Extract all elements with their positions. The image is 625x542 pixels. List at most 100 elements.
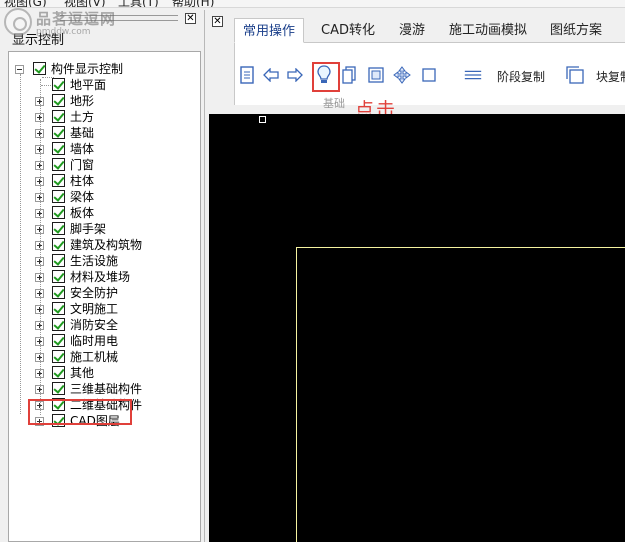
tree-item-row[interactable]: 基础 (9, 125, 199, 141)
checkbox-checked-icon[interactable] (52, 206, 65, 219)
frame-icon[interactable] (366, 65, 386, 85)
checkbox-checked-icon[interactable] (52, 334, 65, 347)
lightbulb-highlight-box (312, 62, 340, 92)
tree-item-row[interactable]: 土方 (9, 109, 199, 125)
tree-item-label: 其他 (70, 366, 95, 380)
tree-item-label: 施工机械 (70, 350, 119, 364)
checkbox-checked-icon[interactable] (52, 126, 65, 139)
rectangle-icon[interactable] (419, 65, 439, 85)
tree-item-row[interactable]: 文明施工 (9, 301, 199, 317)
checkbox-checked-icon[interactable] (52, 238, 65, 251)
tab-construction-animation[interactable]: 施工动画模拟 (440, 18, 536, 43)
tree-root-row[interactable]: 构件显示控制 (9, 61, 199, 77)
tab-common-operations[interactable]: 常用操作 (234, 18, 304, 43)
stage-copy-button[interactable]: 阶段复制 (497, 68, 545, 85)
ribbon-close-icon[interactable]: ✕ (212, 16, 223, 27)
checkbox-checked-icon[interactable] (52, 350, 65, 363)
component-tree: 构件显示控制 地平面地形土方基础墙体门窗柱体 梁体 板体脚手架建筑及构筑物 生活设施材… (8, 51, 201, 542)
checkbox-checked-icon[interactable] (52, 222, 65, 235)
tree-item-row[interactable]: 脚手架 (9, 221, 199, 237)
tree-item-label: 建筑及构筑物 (70, 238, 143, 252)
tree-item-row[interactable]: 柱体 (9, 173, 199, 189)
tree-item-label: 生活设施 (70, 254, 119, 268)
tree-item-label: 基础 (70, 126, 95, 140)
checkbox-checked-icon[interactable] (52, 110, 65, 123)
ribbon-tabs: 常用操作 CAD转化 漫游 施工动画模拟 图纸方案 (234, 18, 625, 43)
tree-root-label: 构件显示控制 (51, 62, 124, 76)
tree-item-label: 地形 (70, 94, 95, 108)
tree-guide-line (40, 79, 41, 415)
block-copy-icon[interactable] (565, 65, 585, 85)
tree-item-row[interactable]: 其他 (9, 365, 199, 381)
tree-item-row[interactable]: 门窗 (9, 157, 199, 173)
tree-item-label: 柱体 (70, 174, 95, 188)
arrow-right-icon[interactable] (285, 65, 305, 85)
move-icon[interactable] (392, 65, 412, 85)
tree-item-label: 土方 (70, 110, 95, 124)
tab-roam[interactable]: 漫游 (390, 18, 434, 43)
checkbox-checked-icon[interactable] (33, 62, 46, 75)
checkbox-checked-icon[interactable] (52, 174, 65, 187)
canvas-origin-marker (259, 116, 266, 123)
menu-item[interactable]: 视图(G) (4, 0, 47, 7)
cad-canvas[interactable] (209, 114, 625, 542)
tree-item-row[interactable]: 生活设施 (9, 253, 199, 269)
tree-item-label: 脚手架 (70, 222, 107, 236)
tree-item-label: 墙体 (70, 142, 95, 156)
tree-item-label: 材料及堆场 (70, 270, 131, 284)
tab-cad-convert[interactable]: CAD转化 (312, 18, 384, 43)
tree-item-label: 文明施工 (70, 302, 119, 316)
tree-item-label: 门窗 (70, 158, 95, 172)
checkbox-checked-icon[interactable] (52, 318, 65, 331)
tree-item-label: 板体 (70, 206, 95, 220)
copy-icon[interactable] (339, 65, 359, 85)
tab-drawing-plan[interactable]: 图纸方案 (540, 18, 612, 43)
checkbox-checked-icon[interactable] (52, 270, 65, 283)
tree-item-row[interactable]: 板体 (9, 205, 199, 221)
arrow-left-icon[interactable] (261, 65, 281, 85)
checkbox-checked-icon[interactable] (52, 190, 65, 203)
tree-item-row[interactable]: 材料及堆场 (9, 269, 199, 285)
tree-guide-line (41, 85, 51, 86)
checkbox-checked-icon[interactable] (52, 78, 65, 91)
panel-title: 显示控制 (12, 33, 65, 48)
checkbox-checked-icon[interactable] (52, 302, 65, 315)
collapse-icon[interactable] (15, 65, 24, 74)
tree-item-row[interactable]: 地形 (9, 93, 199, 109)
tree-item-label: 安全防护 (70, 286, 119, 300)
display-control-panel: ✕ 显示控制 构件显示控制 地平面地形土方基础墙体门窗柱体 梁体 板体脚手架建筑及构… (0, 10, 205, 542)
checkbox-checked-icon[interactable] (52, 366, 65, 379)
checkbox-checked-icon[interactable] (52, 158, 65, 171)
tree-item-row[interactable]: 安全防护 (9, 285, 199, 301)
tree-item-row[interactable]: 临时用电 (9, 333, 199, 349)
tree-item-row[interactable]: 三维基础构件 (9, 381, 199, 397)
panel-close-icon[interactable]: ✕ (185, 13, 196, 24)
tree-item-label: 消防安全 (70, 318, 119, 332)
checkbox-checked-icon[interactable] (52, 382, 65, 395)
menu-item[interactable]: 视图(V) (64, 0, 106, 7)
document-icon[interactable] (237, 65, 257, 85)
tree-item-row[interactable]: 消防安全 (9, 317, 199, 333)
cad-layer-highlight-box (28, 399, 132, 425)
panel-drag-grip[interactable] (60, 15, 178, 21)
tree-item-row[interactable]: 梁体 (9, 189, 199, 205)
main-area: ✕ 常用操作 CAD转化 漫游 施工动画模拟 图纸方案 阶段复制 块复 基础 点… (209, 10, 625, 542)
menu-item[interactable]: 工具(T) (118, 0, 159, 7)
tree-item-row[interactable]: 地平面 (9, 77, 199, 93)
tree-item-label: 地平面 (70, 78, 107, 92)
checkbox-checked-icon[interactable] (52, 142, 65, 155)
cad-drawing-outline (296, 247, 625, 542)
tree-item-row[interactable]: 建筑及构筑物 (9, 237, 199, 253)
ribbon-group-label: 基础 (323, 97, 345, 110)
stage-copy-icon[interactable] (463, 65, 483, 85)
tree-item-row[interactable]: 施工机械 (9, 349, 199, 365)
tree-item-label: 临时用电 (70, 334, 119, 348)
tree-item-label: 三维基础构件 (70, 382, 143, 396)
checkbox-checked-icon[interactable] (52, 286, 65, 299)
menu-item[interactable]: 帮助(H) (172, 0, 214, 7)
checkbox-checked-icon[interactable] (52, 254, 65, 267)
checkbox-checked-icon[interactable] (52, 94, 65, 107)
menubar: 视图(G) 视图(V) 工具(T) 帮助(H) (0, 0, 625, 8)
block-copy-button[interactable]: 块复制 (596, 68, 625, 85)
tree-item-row[interactable]: 墙体 (9, 141, 199, 157)
